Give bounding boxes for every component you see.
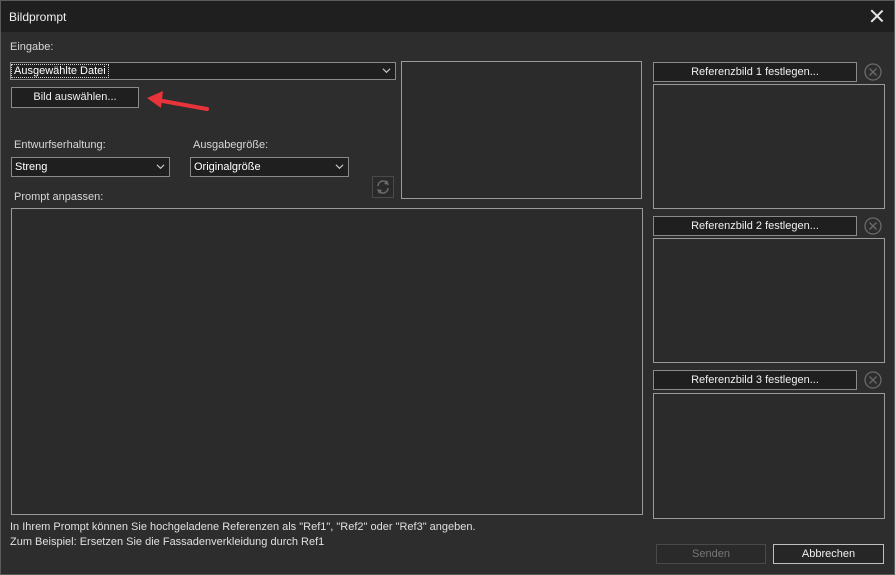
draft-preservation-value: Streng <box>15 161 48 173</box>
input-label: Eingabe: <box>10 41 54 53</box>
window-title: Bildprompt <box>9 10 67 24</box>
output-size-value: Originalgröße <box>194 161 261 173</box>
send-button[interactable]: Senden <box>656 544 766 564</box>
chevron-down-icon <box>156 164 165 170</box>
clear-reference-2-icon[interactable] <box>863 216 883 236</box>
draft-preservation-label: Entwurfserhaltung: <box>14 139 106 151</box>
reference-hint-line-2: Zum Beispiel: Ersetzen Sie die Fassadenv… <box>10 536 325 548</box>
reference-hint-line-1: In Ihrem Prompt können Sie hochgeladene … <box>10 521 476 533</box>
cancel-button[interactable]: Abbrechen <box>773 544 884 564</box>
set-reference-3-button[interactable]: Referenzbild 3 festlegen... <box>653 370 857 390</box>
red-arrow-icon <box>147 91 209 111</box>
chevron-down-icon <box>335 164 344 170</box>
reference-2-preview <box>653 238 885 363</box>
set-reference-1-button[interactable]: Referenzbild 1 festlegen... <box>653 62 857 82</box>
chevron-down-icon <box>382 68 391 74</box>
prompt-label: Prompt anpassen: <box>14 191 104 203</box>
reference-3-preview <box>653 393 885 519</box>
input-preview-panel <box>401 61 642 199</box>
output-size-label: Ausgabegröße: <box>193 139 269 151</box>
output-size-select[interactable]: Originalgröße <box>190 157 349 177</box>
refresh-icon <box>377 180 389 194</box>
prompt-textarea[interactable] <box>11 208 643 515</box>
refresh-button[interactable] <box>372 176 394 198</box>
draft-preservation-select[interactable]: Streng <box>11 157 170 177</box>
choose-image-button[interactable]: Bild auswählen... <box>11 87 139 108</box>
input-source-value: Ausgewählte Datei <box>11 64 109 78</box>
bildprompt-dialog: Bildprompt Eingabe: Ausgewählte Datei Bi… <box>0 0 895 575</box>
input-source-select[interactable]: Ausgewählte Datei <box>10 62 396 80</box>
clear-reference-1-icon[interactable] <box>863 62 883 82</box>
reference-1-preview <box>653 84 885 209</box>
set-reference-2-button[interactable]: Referenzbild 2 festlegen... <box>653 216 857 236</box>
close-icon[interactable] <box>868 7 886 25</box>
clear-reference-3-icon[interactable] <box>863 370 883 390</box>
title-bar: Bildprompt <box>1 1 894 32</box>
